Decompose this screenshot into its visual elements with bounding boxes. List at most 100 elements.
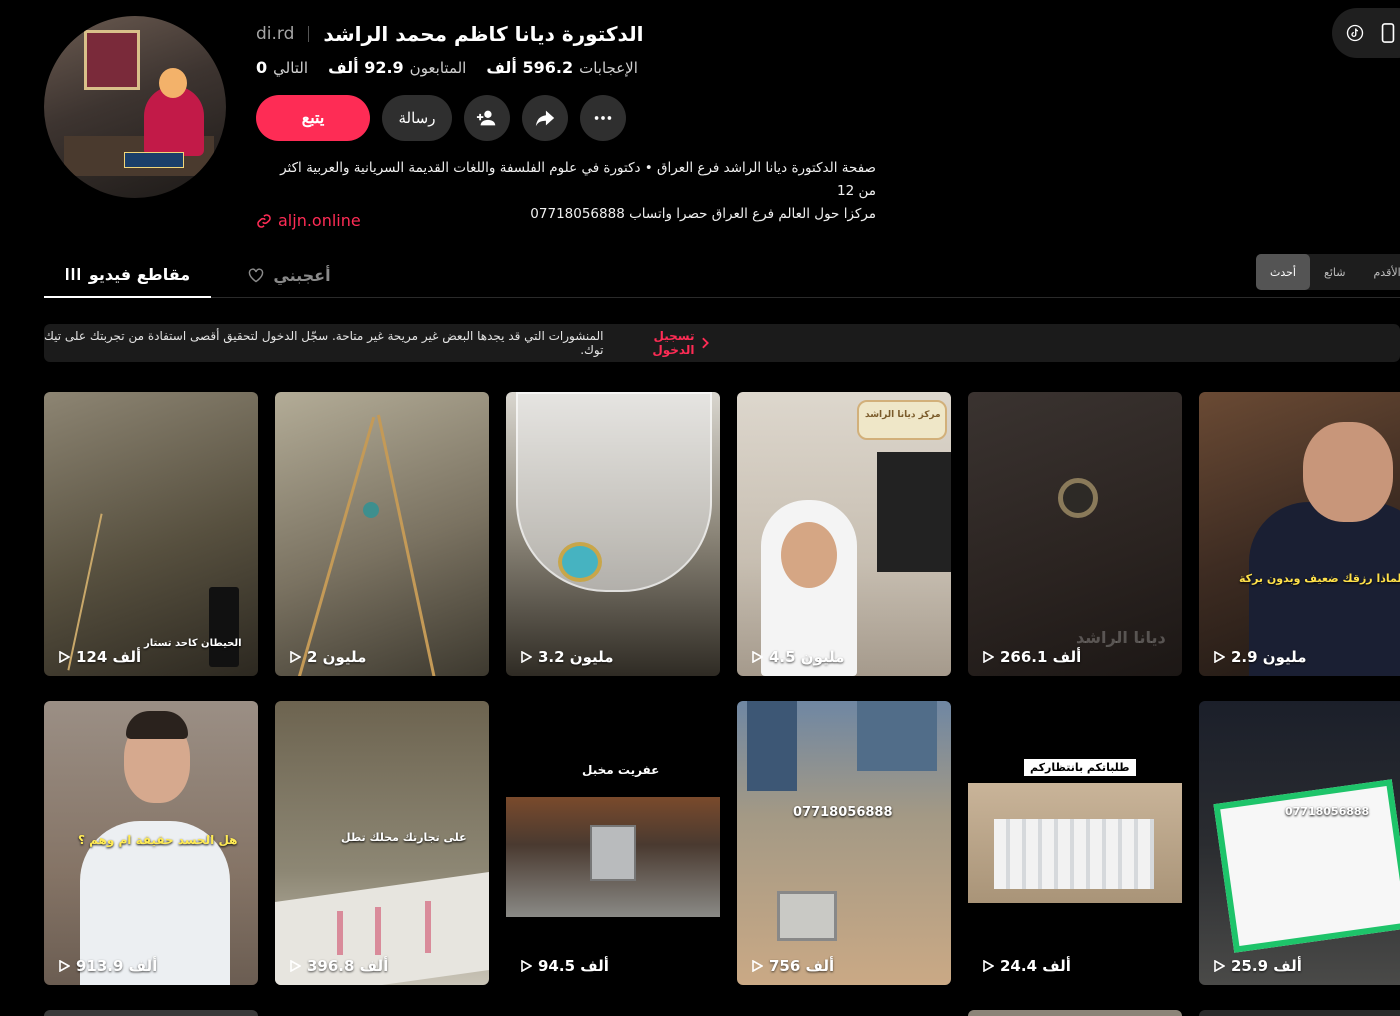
views-count: 24.4 ألف	[1000, 957, 1071, 975]
video-caption: 07718056888	[793, 805, 893, 820]
views-count: 2 مليون	[307, 648, 367, 666]
followers-label: المتابعون	[409, 59, 467, 77]
video-card[interactable]: على تجارتك محلك تطل 396.8 ألف	[275, 701, 489, 985]
video-card[interactable]: الحيطان كاحد تستار 124 ألف	[44, 392, 258, 676]
tab-liked-label: أعجبني	[273, 265, 331, 285]
video-card[interactable]: مركز ديانا الراشد 4.5 مليون	[737, 392, 951, 676]
profile-title-row: الدكتورة ديانا كاظم محمد الراشد di.rd	[256, 22, 643, 46]
followers-stat[interactable]: المتابعون 92.9 ألف	[328, 58, 466, 77]
video-card[interactable]: طلباتكم بانتظاركم 24.4 ألف	[968, 701, 1182, 985]
phone-icon[interactable]	[1380, 23, 1396, 43]
video-card[interactable]: 07718056888 756 ألف	[737, 701, 951, 985]
video-card-partial	[44, 1010, 258, 1016]
login-link-label: تسجيل الدخول	[652, 329, 695, 357]
video-card[interactable]: عفريت مخبل 94.5 ألف	[506, 701, 720, 985]
tab-liked[interactable]: أعجبني	[244, 252, 334, 298]
video-caption: الحيطان كاحد تستار	[144, 638, 242, 649]
sort-oldest[interactable]: الأقدم	[1359, 254, 1400, 290]
heart-lock-icon	[249, 268, 264, 283]
message-button[interactable]: رسالة	[382, 95, 452, 141]
video-views: 756 ألف	[751, 957, 834, 975]
grid-bars-icon	[65, 268, 80, 280]
play-icon	[290, 960, 301, 972]
video-views: 25.9 ألف	[1213, 957, 1302, 975]
views-count: 913.9 ألف	[76, 957, 158, 975]
views-count: 4.5 مليون	[769, 648, 845, 666]
video-views: 124 ألف	[58, 648, 141, 666]
video-views: 4.5 مليون	[751, 648, 845, 666]
video-card[interactable]: ديانا الراشد 266.1 ألف	[968, 392, 1182, 676]
views-count: 25.9 ألف	[1231, 957, 1302, 975]
views-count: 756 ألف	[769, 957, 835, 975]
bio-line: صفحة الدكتورة ديانا الراشد فرع العراق • …	[280, 160, 876, 199]
views-count: 3.2 مليون	[538, 648, 614, 666]
likes-label: الإعجابات	[579, 59, 638, 77]
username: di.rd	[256, 24, 295, 44]
following-label: التالي	[273, 59, 309, 77]
video-caption: مركز ديانا الراشد	[865, 410, 941, 420]
chevron-left-icon	[702, 337, 710, 349]
video-caption: لماذا رزقك ضعيف وبدون بركة	[1239, 572, 1400, 585]
likes-count: 596.2 ألف	[486, 58, 574, 77]
login-banner: تسجيل الدخول المنشورات التي قد يجدها الب…	[44, 324, 1400, 362]
profile-stats: الإعجابات 596.2 ألف المتابعون 92.9 ألف ا…	[256, 58, 638, 77]
play-icon	[59, 960, 70, 972]
views-count: 94.5 ألف	[538, 957, 609, 975]
video-card-partial	[1199, 1010, 1400, 1016]
video-caption: طلباتكم بانتظاركم	[1024, 759, 1136, 776]
tiktok-logo-icon[interactable]	[1346, 24, 1364, 42]
video-views: 913.9 ألف	[58, 957, 157, 975]
play-icon	[1214, 651, 1225, 663]
follow-button[interactable]: يتبع	[256, 95, 370, 141]
sort-latest[interactable]: أحدث	[1256, 254, 1310, 290]
video-card-partial	[968, 1010, 1182, 1016]
play-icon	[752, 651, 763, 663]
views-count: 124 ألف	[76, 648, 142, 666]
profile-link[interactable]: aljn.online	[256, 211, 361, 230]
play-icon	[752, 960, 763, 972]
views-count: 266.1 ألف	[1000, 648, 1082, 666]
video-views: 24.4 ألف	[982, 957, 1071, 975]
profile-tabs: مقاطع فيديو أعجبني	[44, 252, 1400, 298]
tab-videos[interactable]: مقاطع فيديو	[44, 252, 211, 298]
views-count: 396.8 ألف	[307, 957, 389, 975]
share-button[interactable]	[522, 95, 568, 141]
video-caption: على تجارتك محلك تطل	[341, 831, 467, 844]
play-icon	[59, 651, 70, 663]
banner-message: المنشورات التي قد يجدها البعض غير مريحة …	[44, 329, 604, 357]
video-views: 396.8 ألف	[289, 957, 388, 975]
video-card[interactable]: لماذا رزقك ضعيف وبدون بركة 2.9 مليون	[1199, 392, 1400, 676]
person-add-icon	[476, 110, 496, 126]
login-link[interactable]: تسجيل الدخول	[611, 329, 710, 357]
likes-stat: الإعجابات 596.2 ألف	[486, 58, 638, 77]
sort-popular[interactable]: شائع	[1310, 254, 1359, 290]
play-icon	[521, 651, 532, 663]
add-friend-button[interactable]	[464, 95, 510, 141]
divider	[308, 26, 310, 42]
more-dots-icon	[594, 116, 612, 120]
video-caption: عفريت مخبل	[582, 763, 660, 777]
play-icon	[983, 651, 994, 663]
video-card[interactable]: 3.2 مليون	[506, 392, 720, 676]
share-arrow-icon	[535, 110, 555, 127]
top-right-controls	[1332, 8, 1400, 58]
display-name: الدكتورة ديانا كاظم محمد الراشد	[323, 22, 644, 46]
play-icon	[521, 960, 532, 972]
following-stat[interactable]: التالي 0	[256, 58, 308, 77]
views-count: 2.9 مليون	[1231, 648, 1307, 666]
video-card[interactable]: هل الحسد حقيقة ام وهم ؟ 913.9 ألف	[44, 701, 258, 985]
more-button[interactable]	[580, 95, 626, 141]
following-count: 0	[256, 58, 268, 77]
video-card[interactable]: 07718056888 25.9 ألف	[1199, 701, 1400, 985]
play-icon	[983, 960, 994, 972]
profile-page: الدكتورة ديانا كاظم محمد الراشد di.rd ال…	[0, 0, 1400, 1016]
profile-avatar[interactable]	[44, 16, 226, 198]
video-card[interactable]: 2 مليون	[275, 392, 489, 676]
video-views: 2.9 مليون	[1213, 648, 1307, 666]
video-views: 94.5 ألف	[520, 957, 609, 975]
link-text: aljn.online	[278, 211, 361, 230]
sort-control: أحدث شائع الأقدم	[1256, 254, 1400, 290]
play-icon	[1214, 960, 1225, 972]
video-views: 3.2 مليون	[520, 648, 614, 666]
profile-actions: يتبع رسالة	[256, 95, 626, 141]
